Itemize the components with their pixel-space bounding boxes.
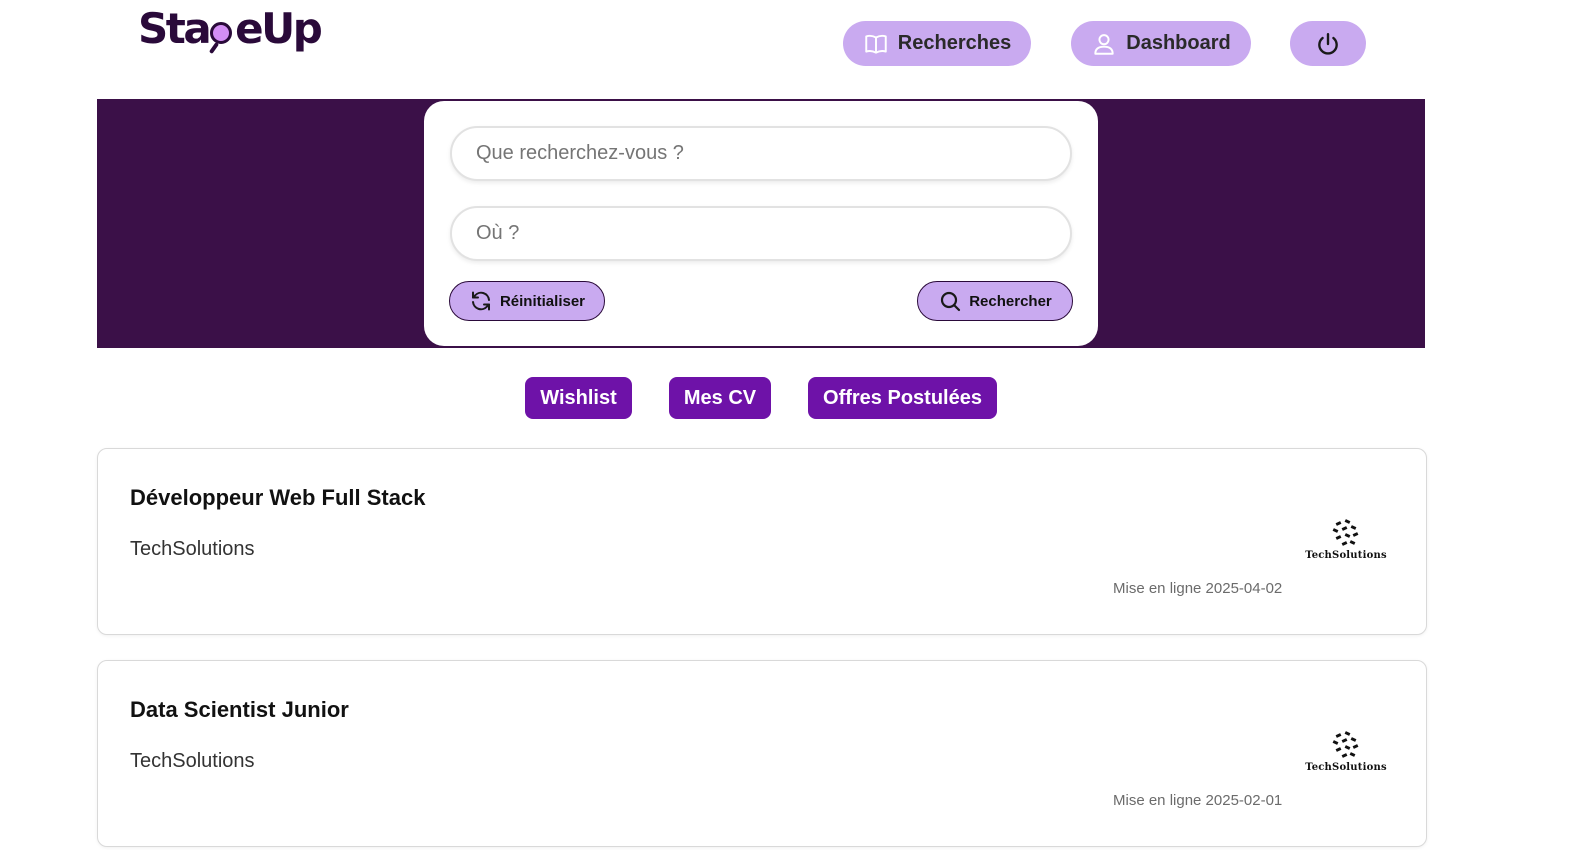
offer-card[interactable]: Data Scientist Junior TechSolutions Tech… xyxy=(97,660,1427,847)
offer-company: TechSolutions xyxy=(130,750,255,772)
dashboard-button[interactable]: Dashboard xyxy=(1071,21,1251,66)
logout-button[interactable] xyxy=(1290,21,1366,66)
offer-date: Mise en ligne 2025-02-01 xyxy=(1113,792,1283,809)
offer-title: Data Scientist Junior xyxy=(130,697,349,722)
search-card: Réinitialiser Rechercher xyxy=(424,101,1098,346)
search-button[interactable]: Rechercher xyxy=(917,281,1073,321)
logo-text-end: eUp xyxy=(235,4,323,53)
techsolutions-logo-icon xyxy=(1332,519,1359,546)
logo-text-start: Sta xyxy=(138,4,212,53)
tab-wishlist[interactable]: Wishlist xyxy=(525,377,632,419)
reset-label: Réinitialiser xyxy=(499,292,586,310)
search-what-input[interactable] xyxy=(450,126,1072,181)
logo[interactable]: Sta eUp xyxy=(138,4,323,55)
offer-title: Développeur Web Full Stack xyxy=(130,485,426,510)
search-icon xyxy=(941,291,961,312)
tab-offres-postulees[interactable]: Offres Postulées xyxy=(808,377,997,419)
company-logo-text: TechSolutions xyxy=(1305,550,1387,561)
company-logo: TechSolutions xyxy=(1298,731,1394,781)
reset-button[interactable]: Réinitialiser xyxy=(449,281,605,321)
page: Sta eUp Recherches Dashboard Que recherc… xyxy=(0,0,1571,850)
techsolutions-logo-icon xyxy=(1332,731,1359,758)
company-logo-text: TechSolutions xyxy=(1305,762,1387,773)
dashboard-label: Dashboard xyxy=(1126,32,1231,54)
magnifier-logo-icon xyxy=(209,22,234,55)
offer-card[interactable]: Développeur Web Full Stack TechSolutions… xyxy=(97,448,1427,635)
company-logo: TechSolutions xyxy=(1298,519,1394,569)
tab-mes-cv[interactable]: Mes CV xyxy=(669,377,771,419)
refresh-icon xyxy=(471,291,490,311)
book-icon xyxy=(865,34,887,54)
search-where-input[interactable] xyxy=(450,206,1072,261)
recherches-label: Recherches xyxy=(897,32,1012,54)
offer-company: TechSolutions xyxy=(130,538,255,560)
user-icon xyxy=(1094,33,1114,55)
search-label: Rechercher xyxy=(969,292,1052,310)
offer-date: Mise en ligne 2025-04-02 xyxy=(1113,580,1283,597)
power-icon xyxy=(1318,32,1338,55)
recherches-button[interactable]: Recherches xyxy=(843,21,1031,66)
